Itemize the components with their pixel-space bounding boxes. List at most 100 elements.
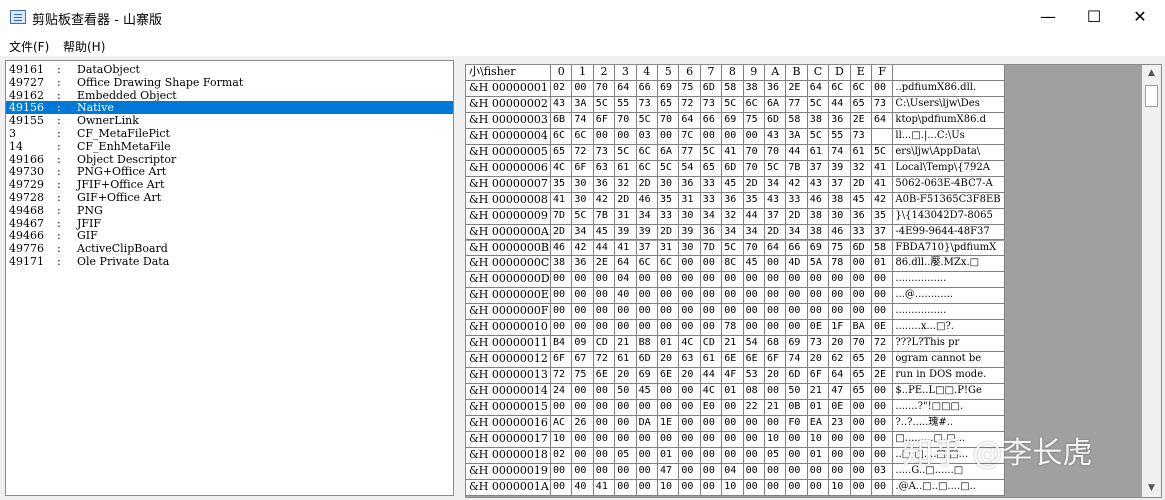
- hex-byte-cell[interactable]: 00: [786, 320, 808, 337]
- hex-byte-cell[interactable]: 00: [593, 288, 616, 305]
- hex-byte-cell[interactable]: 09: [572, 336, 594, 353]
- hex-byte-cell[interactable]: 5C: [765, 160, 787, 177]
- hex-byte-cell[interactable]: 7C: [679, 128, 701, 145]
- hex-byte-cell[interactable]: 32: [615, 176, 637, 193]
- hex-byte-cell[interactable]: 00: [572, 384, 594, 400]
- hex-byte-cell[interactable]: 64: [615, 81, 637, 97]
- hex-byte-cell[interactable]: 50: [786, 384, 808, 400]
- minimize-button[interactable]: —: [1025, 0, 1071, 36]
- hex-byte-cell[interactable]: 00: [593, 415, 616, 432]
- hex-byte-cell[interactable]: 20: [658, 352, 680, 369]
- hex-byte-cell[interactable]: B4: [551, 336, 573, 353]
- hex-byte-cell[interactable]: 6E: [593, 368, 616, 385]
- hex-ascii-cell[interactable]: ...@............: [893, 288, 1006, 305]
- hex-byte-cell[interactable]: 21: [807, 384, 830, 400]
- hex-byte-cell[interactable]: 36: [700, 224, 723, 241]
- hex-byte-cell[interactable]: 00: [743, 128, 765, 145]
- hex-byte-cell[interactable]: 0B: [786, 400, 808, 416]
- hex-byte-cell[interactable]: 1E: [658, 415, 680, 432]
- hex-byte-cell[interactable]: 47: [658, 463, 680, 480]
- hex-ascii-cell[interactable]: 5062-063E-4BC7-A: [893, 176, 1006, 193]
- hex-byte-cell[interactable]: 00: [786, 288, 808, 305]
- hex-byte-cell[interactable]: 45: [850, 192, 872, 209]
- hex-ascii-cell[interactable]: ................: [893, 304, 1006, 321]
- hex-byte-cell[interactable]: 41: [615, 240, 637, 257]
- hex-byte-cell[interactable]: 2D: [786, 208, 808, 225]
- hex-byte-cell[interactable]: 7B: [593, 208, 616, 225]
- hex-byte-cell[interactable]: 61: [615, 352, 637, 369]
- hex-byte-cell[interactable]: 00: [872, 384, 894, 400]
- hex-byte-cell[interactable]: 36: [722, 192, 744, 209]
- hex-byte-cell[interactable]: 00: [615, 479, 637, 496]
- hex-byte-cell[interactable]: 45: [593, 224, 616, 241]
- hex-byte-cell[interactable]: 70: [615, 112, 637, 129]
- hex-byte-cell[interactable]: 75: [572, 368, 594, 385]
- hex-byte-cell[interactable]: 00: [786, 304, 808, 321]
- hex-byte-cell[interactable]: 58: [786, 112, 808, 129]
- hex-byte-cell[interactable]: 00: [722, 447, 744, 464]
- hex-ascii-cell[interactable]: $..PE..L□□.P!Ge: [893, 384, 1006, 400]
- hex-byte-cell[interactable]: 00: [743, 288, 765, 305]
- hex-byte-cell[interactable]: 44: [829, 96, 851, 113]
- hex-byte-cell[interactable]: 34: [743, 224, 765, 241]
- hex-byte-cell[interactable]: 38: [807, 208, 830, 225]
- hex-byte-cell[interactable]: 43: [807, 176, 830, 193]
- hex-byte-cell[interactable]: 00: [615, 320, 637, 337]
- hex-byte-cell[interactable]: 00: [551, 304, 573, 321]
- format-list-item[interactable]: 49730: PNG+Office Art: [6, 165, 453, 178]
- hex-byte-cell[interactable]: 10: [551, 431, 573, 448]
- hex-byte-cell[interactable]: 03: [872, 463, 894, 480]
- hex-byte-cell[interactable]: 41: [722, 144, 744, 161]
- hex-byte-cell[interactable]: 41: [551, 192, 573, 209]
- hex-byte-cell[interactable]: 6E: [722, 352, 744, 369]
- hex-byte-cell[interactable]: 37: [765, 208, 787, 225]
- hex-byte-cell[interactable]: 7D: [700, 240, 723, 257]
- hex-byte-cell[interactable]: 00: [743, 415, 765, 432]
- hex-byte-cell[interactable]: 4F: [722, 368, 744, 385]
- hex-byte-cell[interactable]: 00: [850, 463, 872, 480]
- hex-byte-cell[interactable]: 01: [807, 447, 830, 464]
- hex-byte-cell[interactable]: 65: [850, 368, 872, 385]
- hex-byte-cell[interactable]: 26: [572, 415, 594, 432]
- hex-byte-cell[interactable]: 44: [743, 208, 765, 225]
- hex-byte-cell[interactable]: 00: [786, 447, 808, 464]
- hex-byte-cell[interactable]: 00: [872, 272, 894, 289]
- hex-byte-cell[interactable]: 34: [636, 208, 658, 225]
- hex-byte-cell[interactable]: 4C: [679, 336, 701, 353]
- hex-byte-cell[interactable]: EA: [807, 415, 830, 432]
- hex-byte-cell[interactable]: 41: [593, 479, 616, 496]
- hex-byte-cell[interactable]: 20: [872, 352, 894, 369]
- hex-byte-cell[interactable]: 46: [829, 224, 851, 241]
- hex-byte-cell[interactable]: 20: [829, 336, 851, 353]
- menu-help[interactable]: 帮助(H): [63, 38, 105, 55]
- hex-byte-cell[interactable]: 30: [829, 208, 851, 225]
- hex-ascii-cell[interactable]: FBDA710}\pdfiumX: [893, 240, 1006, 257]
- hex-byte-cell[interactable]: 64: [765, 240, 787, 257]
- hex-byte-cell[interactable]: 00: [593, 463, 616, 480]
- hex-byte-cell[interactable]: 34: [722, 224, 744, 241]
- hex-byte-cell[interactable]: 32: [722, 208, 744, 225]
- hex-byte-cell[interactable]: 69: [722, 112, 744, 129]
- hex-byte-cell[interactable]: 05: [765, 447, 787, 464]
- hex-byte-cell[interactable]: 2D: [636, 176, 658, 193]
- hex-ascii-cell[interactable]: C:\Users\ljw\Des: [893, 96, 1006, 113]
- hex-byte-cell[interactable]: 00: [807, 479, 830, 496]
- hex-byte-cell[interactable]: 00: [700, 320, 723, 337]
- hex-byte-cell[interactable]: 45: [636, 384, 658, 400]
- hex-byte-cell[interactable]: 65: [850, 384, 872, 400]
- hex-byte-cell[interactable]: 00: [572, 463, 594, 480]
- hex-byte-cell[interactable]: 00: [722, 304, 744, 321]
- hex-byte-cell[interactable]: 00: [636, 288, 658, 305]
- hex-byte-cell[interactable]: 00: [765, 272, 787, 289]
- hex-byte-cell[interactable]: 30: [572, 176, 594, 193]
- hex-byte-cell[interactable]: 04: [615, 272, 637, 289]
- hex-byte-cell[interactable]: 00: [615, 415, 637, 432]
- hex-byte-cell[interactable]: 00: [615, 304, 637, 321]
- hex-ascii-cell[interactable]: ll...□.|...C:\Us: [893, 128, 1006, 145]
- hex-byte-cell[interactable]: 20: [615, 368, 637, 385]
- hex-byte-cell[interactable]: 00: [679, 463, 701, 480]
- hex-byte-cell[interactable]: 6F: [765, 352, 787, 369]
- hex-byte-cell[interactable]: 2D: [658, 224, 680, 241]
- hex-ascii-cell[interactable]: ..pdfiumX86.dll.: [893, 81, 1006, 97]
- hex-byte-cell[interactable]: 00: [679, 320, 701, 337]
